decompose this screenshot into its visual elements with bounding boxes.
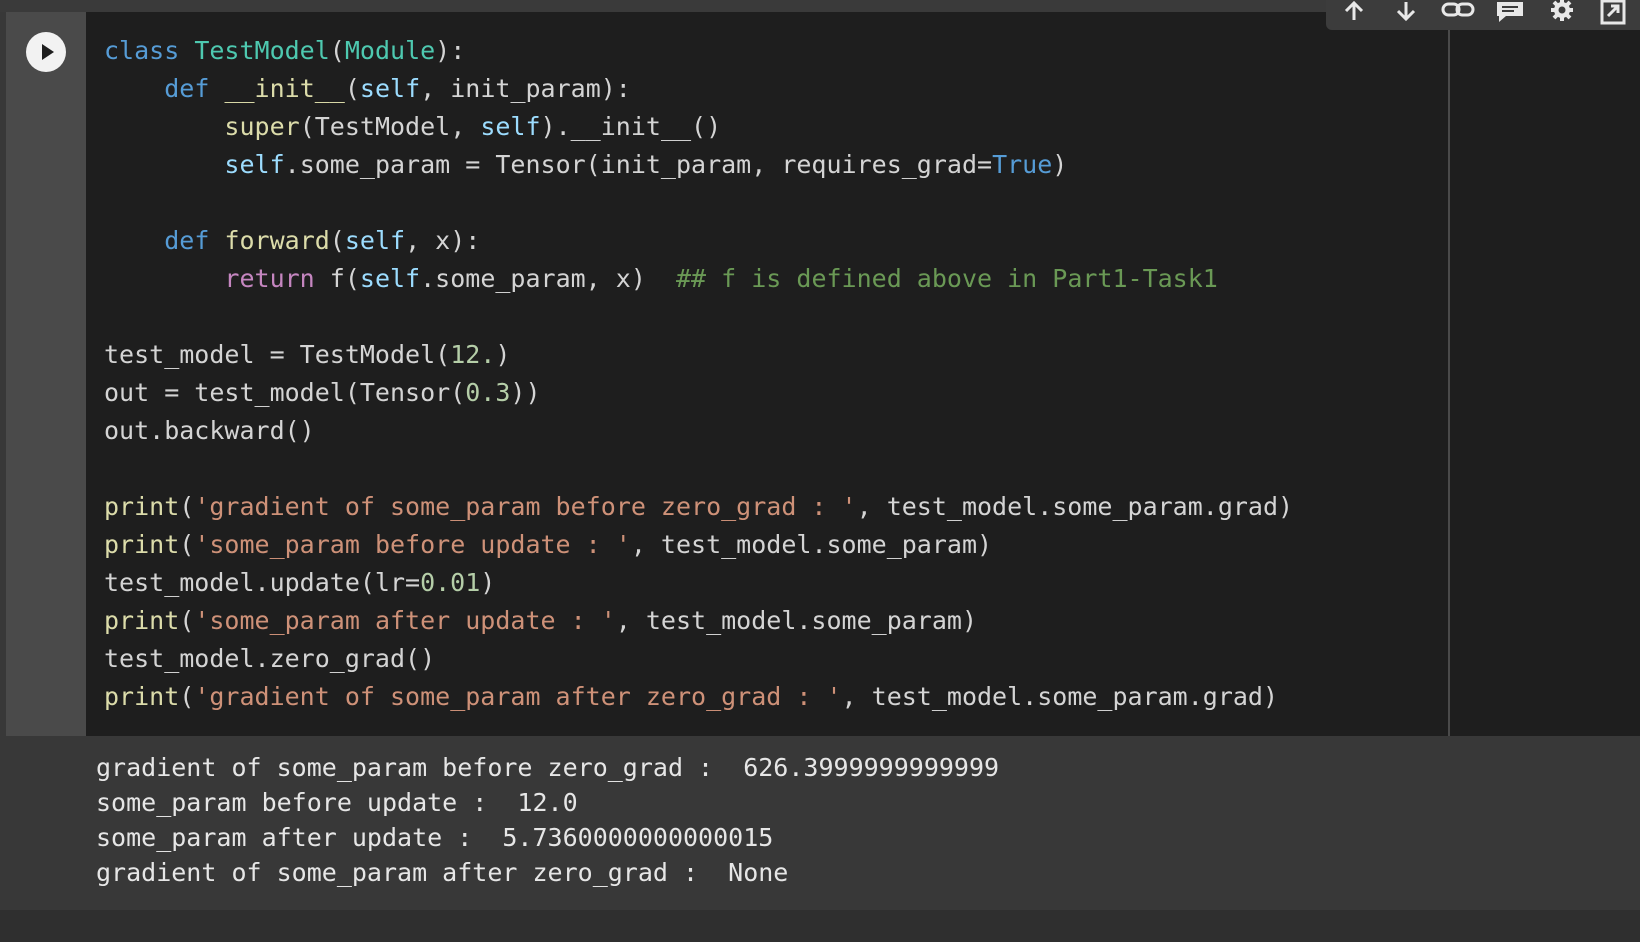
- code-line: self.some_param = Tensor(init_param, req…: [224, 150, 1068, 179]
- cell-output: gradient of some_param before zero_grad …: [6, 736, 1640, 910]
- link-icon[interactable]: [1440, 0, 1476, 28]
- cell-toolbar: [1326, 0, 1640, 30]
- open-tab-icon[interactable]: [1596, 0, 1632, 28]
- bottom-strip: [0, 910, 1640, 942]
- comment-icon[interactable]: [1492, 0, 1528, 28]
- output-line: some_param after update : 5.736000000000…: [96, 823, 774, 852]
- move-up-icon[interactable]: [1336, 0, 1372, 28]
- code-line: out.backward(): [104, 416, 315, 445]
- cell-gutter: [6, 12, 86, 736]
- move-down-icon[interactable]: [1388, 0, 1424, 28]
- editor-right-margin: [1450, 12, 1640, 736]
- code-cell[interactable]: class TestModel(Module): def __init__(se…: [6, 12, 1640, 910]
- code-line: def __init__(self, init_param):: [164, 74, 631, 103]
- code-line: def forward(self, x):: [164, 226, 481, 255]
- output-line: some_param before update : 12.0: [96, 788, 578, 817]
- code-text[interactable]: class TestModel(Module): def __init__(se…: [104, 32, 1293, 716]
- code-line: print('gradient of some_param after zero…: [104, 682, 1279, 711]
- settings-icon[interactable]: [1544, 0, 1580, 28]
- code-line: out = test_model(Tensor(0.3)): [104, 378, 541, 407]
- code-line: print('gradient of some_param before zer…: [104, 492, 1294, 521]
- output-text: gradient of some_param before zero_grad …: [96, 750, 999, 890]
- code-line: test_model.update(lr=0.01): [104, 568, 496, 597]
- output-line: gradient of some_param before zero_grad …: [96, 753, 1000, 782]
- code-line: test_model.zero_grad(): [104, 644, 436, 673]
- code-editor[interactable]: class TestModel(Module): def __init__(se…: [86, 12, 1450, 736]
- code-line: super(TestModel, self).__init__(): [224, 112, 722, 141]
- code-line: print('some_param after update : ', test…: [104, 606, 977, 635]
- code-line: test_model = TestModel(12.): [104, 340, 511, 369]
- code-line: class TestModel(Module):: [104, 36, 466, 65]
- code-line: return f(self.some_param, x) ## f is def…: [224, 264, 1218, 293]
- run-cell-button[interactable]: [26, 32, 66, 72]
- play-icon: [42, 44, 54, 60]
- code-line: print('some_param before update : ', tes…: [104, 530, 993, 559]
- output-line: gradient of some_param after zero_grad :…: [96, 858, 789, 887]
